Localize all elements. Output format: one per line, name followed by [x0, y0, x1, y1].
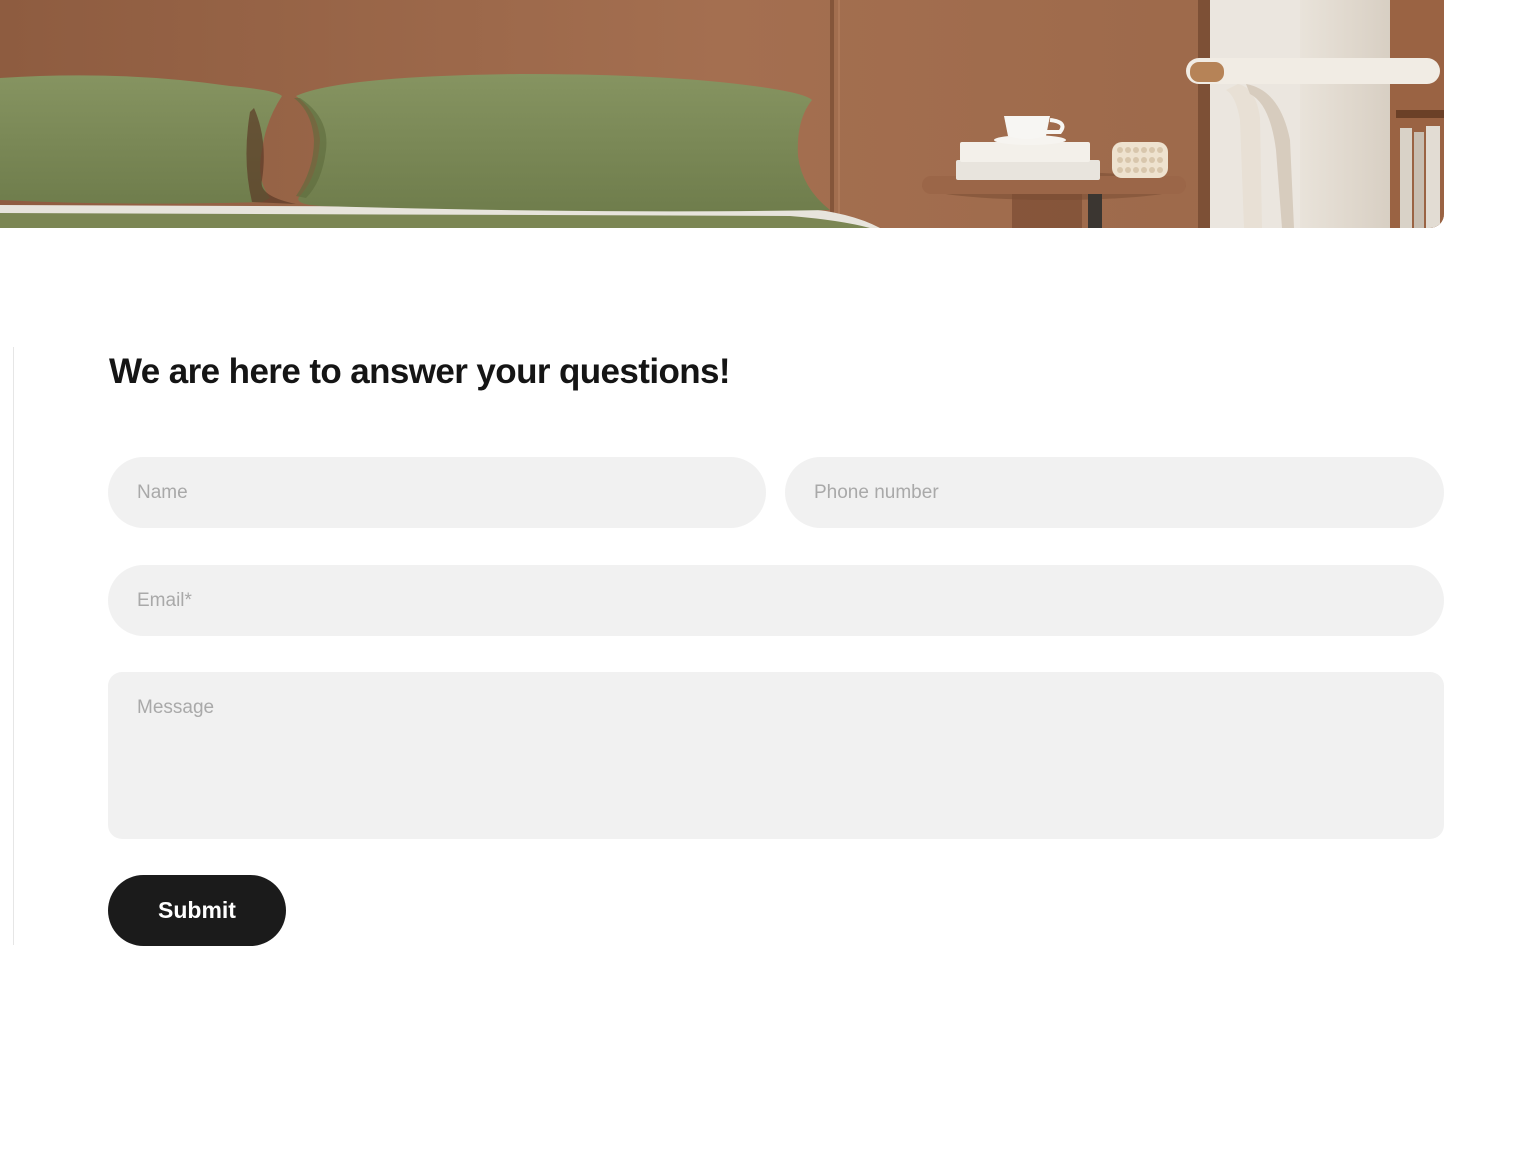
- phone-number-field[interactable]: [785, 457, 1444, 528]
- hero-bedroom-image: [0, 0, 1444, 228]
- left-divider-line: [13, 347, 14, 945]
- name-field[interactable]: [108, 457, 766, 528]
- bedroom-illustration: [0, 0, 1444, 228]
- message-field[interactable]: [108, 672, 1444, 839]
- submit-button[interactable]: Submit: [108, 875, 286, 946]
- form-heading: We are here to answer your questions!: [109, 352, 731, 391]
- email-field[interactable]: [108, 565, 1444, 636]
